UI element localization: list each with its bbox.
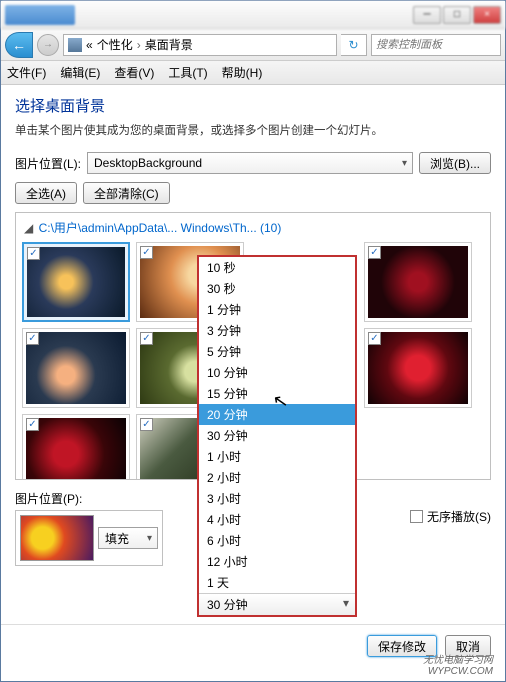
interval-dropdown-list[interactable]: 10 秒30 秒1 分钟3 分钟5 分钟10 分钟15 分钟20 分钟30 分钟… [197,255,357,617]
wallpaper-thumb[interactable]: ✓ [22,328,130,408]
menubar: 文件(F) 编辑(E) 查看(V) 工具(T) 帮助(H) [1,61,505,85]
interval-option[interactable]: 1 分钟 [199,299,355,320]
clear-all-button[interactable]: 全部清除(C) [83,182,170,204]
interval-option[interactable]: 10 秒 [199,257,355,278]
menu-help[interactable]: 帮助(H) [222,64,263,81]
watermark: 无忧电脑学习网 WYPCW.COM [423,655,493,677]
thumb-checkbox[interactable]: ✓ [368,246,381,259]
monitor-icon [68,38,82,52]
refresh-button[interactable]: ↻ [341,34,367,56]
watermark-url: WYPCW.COM [423,666,493,677]
interval-option[interactable]: 12 小时 [199,551,355,572]
interval-option[interactable]: 1 小时 [199,446,355,467]
search-input[interactable] [371,34,501,56]
wallpaper-image [26,332,126,404]
maximize-button[interactable]: □ [443,6,471,24]
thumb-checkbox[interactable]: ✓ [140,332,153,345]
minimize-button[interactable]: ─ [413,6,441,24]
nav-forward-button[interactable]: → [37,34,59,56]
breadcrumb-sep: › [137,38,141,52]
gallery-path[interactable]: ◢ C:\用户\admin\AppData\... Windows\Th... … [20,219,486,236]
wallpaper-thumb[interactable]: ✓ [22,242,130,322]
menu-edit[interactable]: 编辑(E) [60,64,100,81]
fill-mode-dropdown[interactable]: 填充 [98,527,158,549]
checkbox-icon [410,510,423,523]
thumb-checkbox[interactable]: ✓ [26,418,39,431]
titlebar: ─ □ × [1,1,505,29]
interval-option[interactable]: 5 分钟 [199,341,355,362]
expand-icon[interactable]: ◢ [24,221,33,235]
interval-option[interactable]: 2 小时 [199,467,355,488]
wallpaper-thumb[interactable]: ✓ [22,414,130,480]
shuffle-label: 无序播放(S) [427,508,491,525]
thumb-checkbox[interactable]: ✓ [27,247,40,260]
wallpaper-image [27,247,125,317]
wallpaper-image [26,418,126,480]
page-title: 选择桌面背景 [15,95,491,116]
menu-file[interactable]: 文件(F) [7,64,46,81]
nav-back-button[interactable]: ← [5,32,33,58]
navbar: ← → « 个性化 › 桌面背景 ↻ [1,29,505,61]
thumb-checkbox[interactable]: ✓ [26,332,39,345]
wallpaper-thumb[interactable]: ✓ [364,242,472,322]
interval-dropdown-current[interactable]: 30 分钟 [199,593,355,615]
breadcrumb-desktop-bg[interactable]: 桌面背景 [145,36,193,53]
window-controls: ─ □ × [413,6,501,24]
page-description: 单击某个图片使其成为您的桌面背景，或选择多个图片创建一个幻灯片。 [15,122,491,138]
watermark-text: 无忧电脑学习网 [423,655,493,666]
interval-option[interactable]: 15 分钟 [199,383,355,404]
wallpaper-thumb[interactable]: ✓ [364,328,472,408]
interval-option[interactable]: 4 小时 [199,509,355,530]
wallpaper-image [368,246,468,318]
location-label: 图片位置(L): [15,155,81,172]
menu-view[interactable]: 查看(V) [114,64,154,81]
breadcrumb-personalization[interactable]: 个性化 [97,36,133,53]
gallery-path-text: C:\用户\admin\AppData\... Windows\Th... (1… [39,221,282,235]
breadcrumb-sep: « [86,38,93,52]
footer: 保存修改 取消 无忧电脑学习网 WYPCW.COM [1,624,505,681]
position-label: 图片位置(P): [15,490,163,507]
interval-option[interactable]: 20 分钟 [199,404,355,425]
browse-button[interactable]: 浏览(B)... [419,152,491,174]
fill-mode-control: 填充 [15,510,163,566]
interval-option[interactable]: 30 分钟 [199,425,355,446]
thumb-checkbox[interactable]: ✓ [140,418,153,431]
location-dropdown[interactable]: DesktopBackground [87,152,413,174]
interval-option[interactable]: 30 秒 [199,278,355,299]
wallpaper-image [368,332,468,404]
menu-tools[interactable]: 工具(T) [168,64,207,81]
interval-option[interactable]: 6 小时 [199,530,355,551]
thumb-checkbox[interactable]: ✓ [368,332,381,345]
fill-preview-icon [20,515,94,561]
shuffle-checkbox[interactable]: 无序播放(S) [410,508,491,525]
interval-option[interactable]: 3 小时 [199,488,355,509]
interval-option[interactable]: 3 分钟 [199,320,355,341]
interval-option[interactable]: 1 天 [199,572,355,593]
save-button[interactable]: 保存修改 [367,635,437,657]
app-logo [5,5,75,25]
breadcrumb[interactable]: « 个性化 › 桌面背景 [63,34,337,56]
interval-option[interactable]: 10 分钟 [199,362,355,383]
thumb-checkbox[interactable]: ✓ [140,246,153,259]
select-all-button[interactable]: 全选(A) [15,182,77,204]
cancel-button[interactable]: 取消 [445,635,491,657]
close-button[interactable]: × [473,6,501,24]
